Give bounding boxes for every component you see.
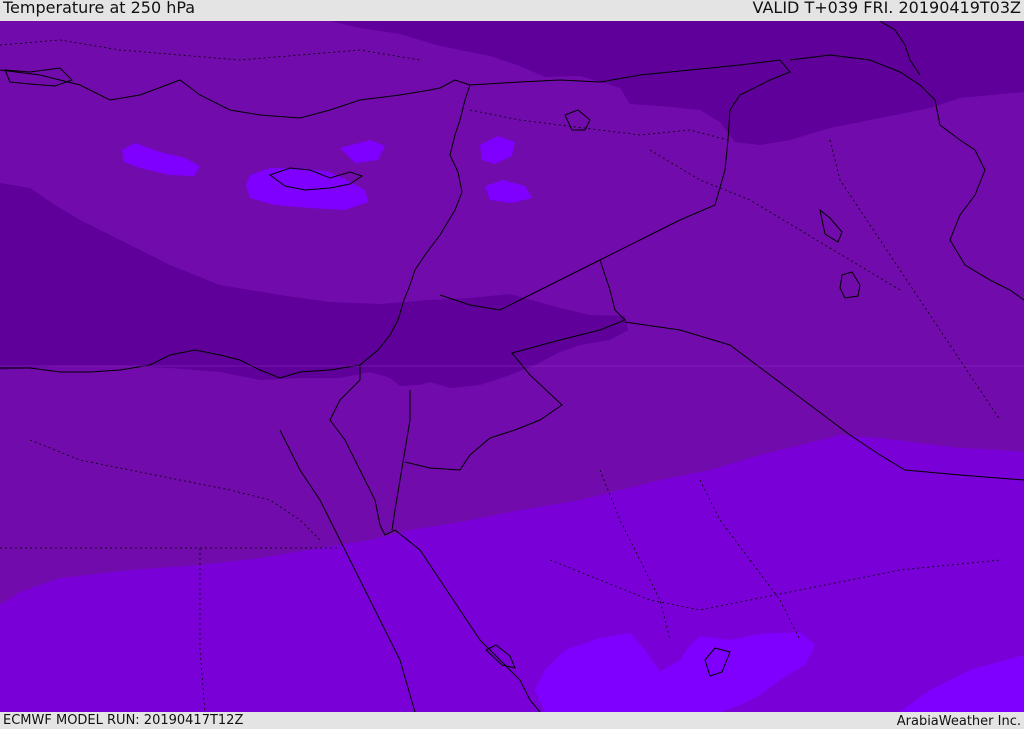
model-run-label: ECMWF MODEL RUN: 20190417T12Z xyxy=(3,713,244,728)
map-area xyxy=(0,21,1024,712)
valid-time-label: VALID T+039 FRI. 20190419T03Z xyxy=(752,0,1021,17)
temperature-map xyxy=(0,21,1024,712)
header-bar: Temperature at 250 hPa VALID T+039 FRI. … xyxy=(0,0,1024,21)
credit-label: ArabiaWeather Inc. xyxy=(896,714,1021,729)
weather-map-frame: Temperature at 250 hPa VALID T+039 FRI. … xyxy=(0,0,1024,729)
map-title: Temperature at 250 hPa xyxy=(3,0,196,17)
footer-bar: ECMWF MODEL RUN: 20190417T12Z ArabiaWeat… xyxy=(0,712,1024,729)
